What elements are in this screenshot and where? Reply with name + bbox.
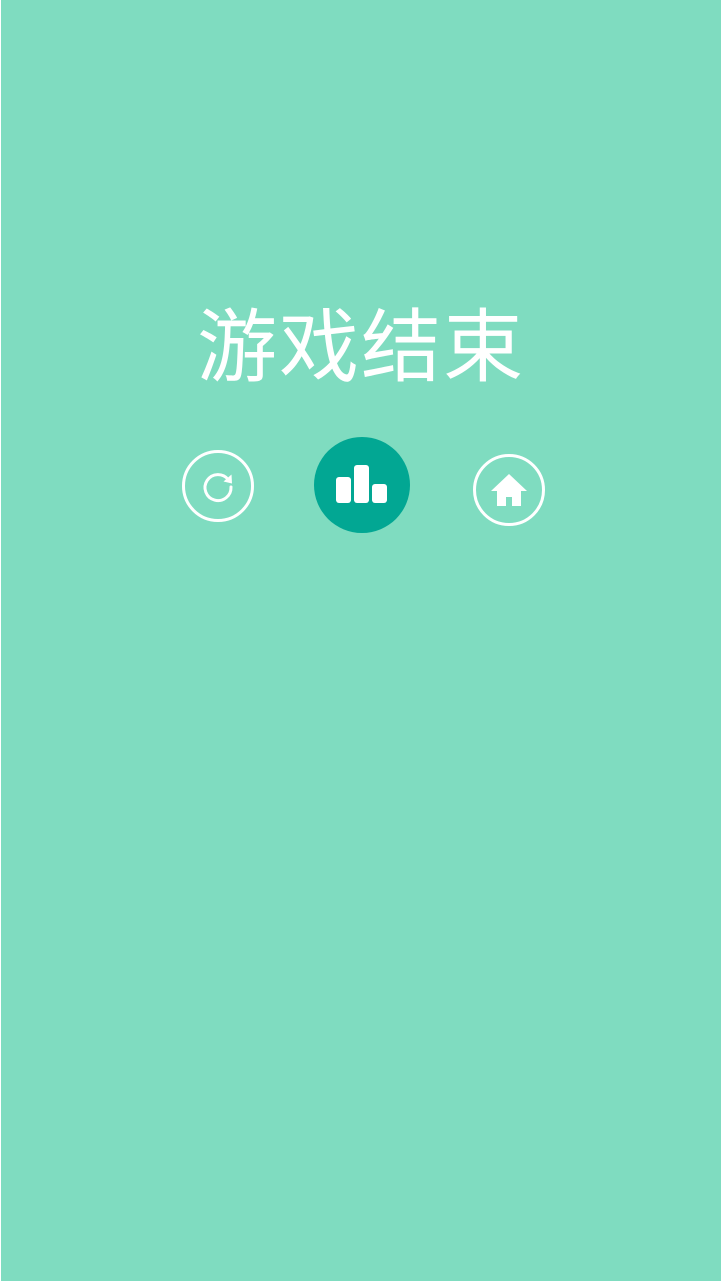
home-icon (489, 472, 529, 508)
bar-chart-icon (336, 465, 388, 505)
restart-button[interactable] (182, 450, 254, 522)
game-over-title: 游戏结束 (197, 301, 525, 394)
game-over-screen: 游戏结束 (1, 0, 721, 1281)
leaderboard-button[interactable] (314, 437, 410, 533)
refresh-icon (198, 466, 238, 506)
home-button[interactable] (473, 454, 545, 526)
